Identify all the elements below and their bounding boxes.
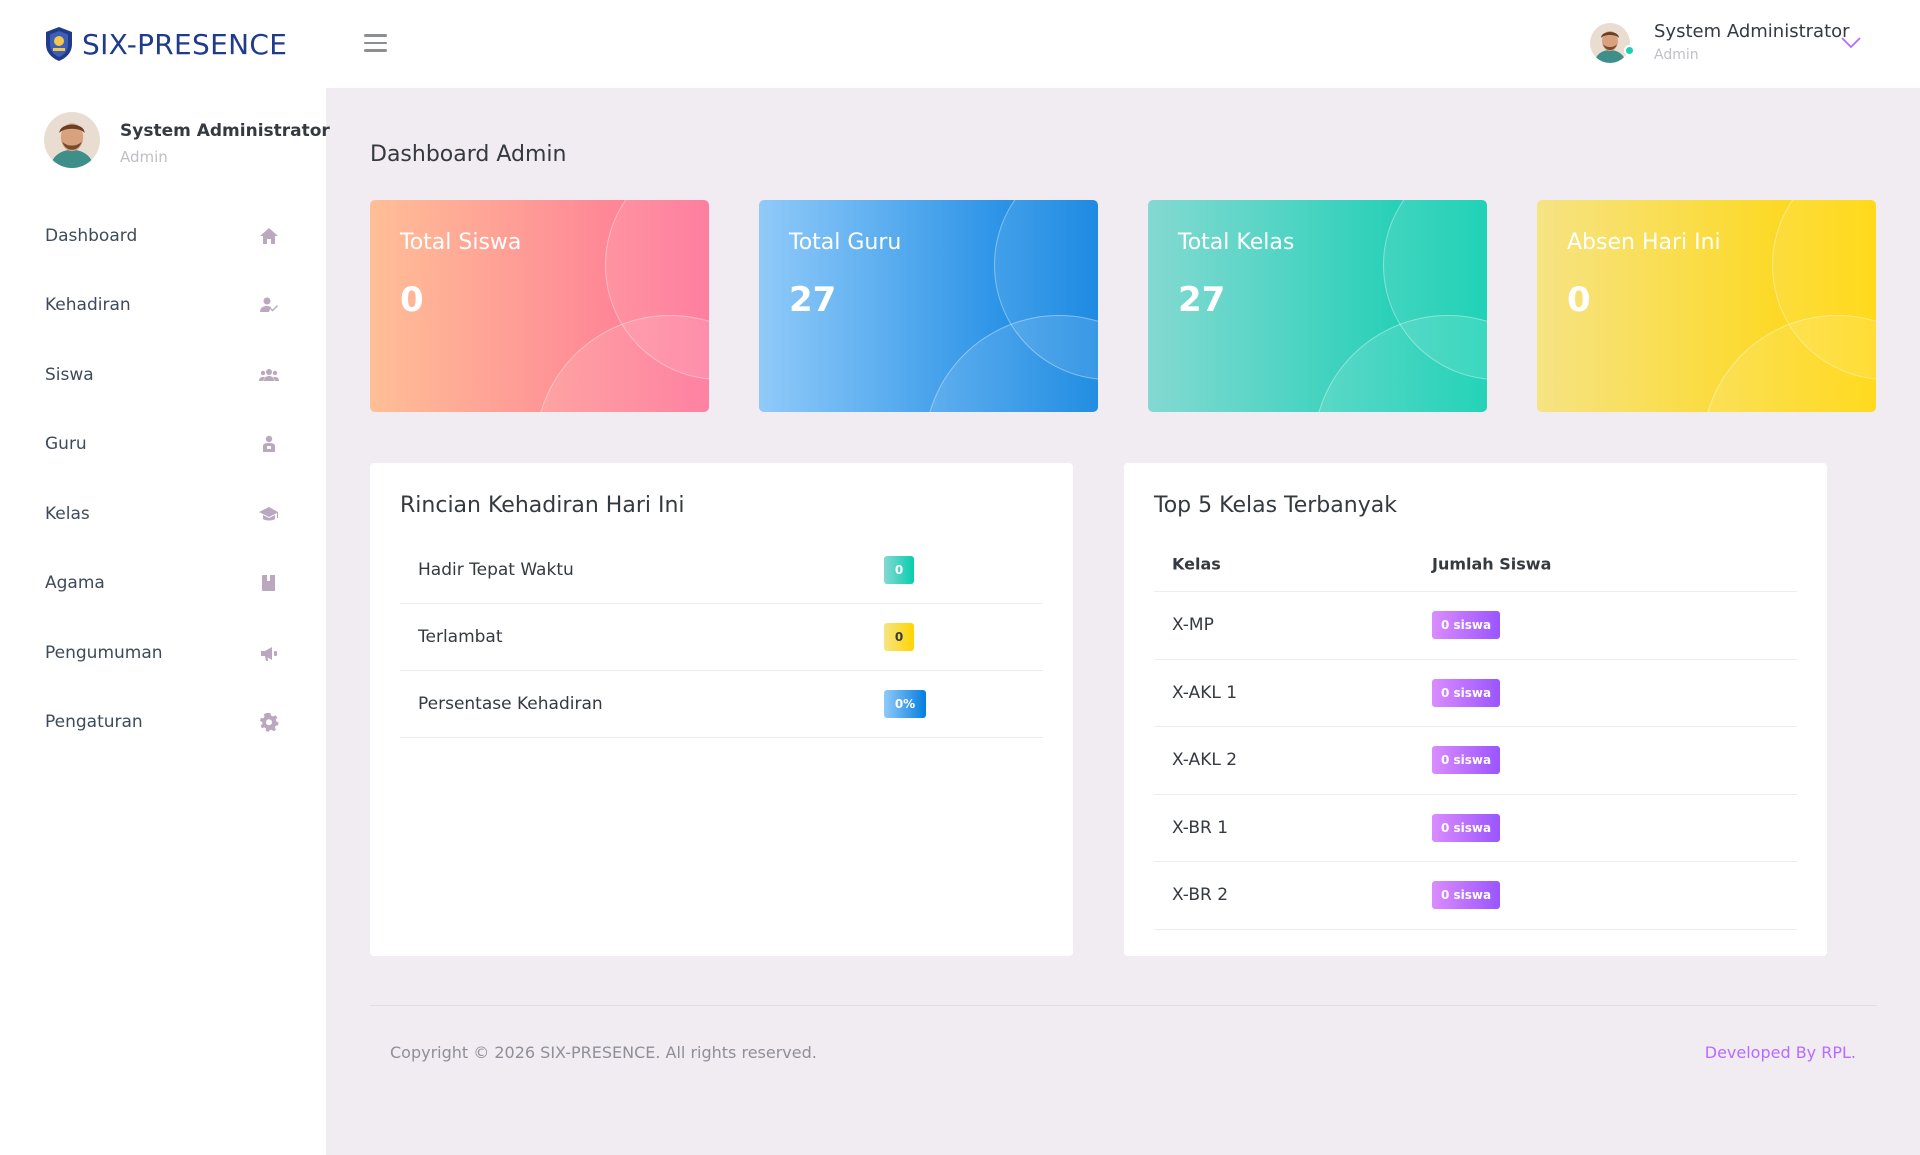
stat-value: 0 [1567,280,1591,320]
percentage-badge: 0% [884,690,926,718]
sidebar-item-kelas[interactable]: Kelas [0,479,326,549]
graduation-cap-icon [258,503,280,525]
user-check-icon [258,294,280,316]
school-crest-icon [46,27,72,61]
sidebar: System Administrator Admin Dashboard Keh… [0,88,330,1155]
stat-card-total-siswa: Total Siswa 0 [370,200,709,412]
sidebar-item-kehadiran[interactable]: Kehadiran [0,271,326,341]
teacher-icon [258,433,280,455]
stat-value: 0 [400,280,424,320]
hamburger-icon [364,34,387,37]
student-count-badge: 0 siswa [1432,746,1500,775]
table-row: X-AKL 1 0 siswa [1154,660,1797,727]
column-header-jumlah-siswa: Jumlah Siswa [1432,554,1552,574]
attendance-label: Hadir Tepat Waktu [418,560,574,580]
attendance-panel: Rincian Kehadiran Hari Ini Hadir Tepat W… [370,463,1073,956]
table-row: X-MP 0 siswa [1154,592,1797,660]
gear-icon [258,711,280,733]
attendance-label: Persentase Kehadiran [418,694,603,714]
list-item: Persentase Kehadiran 0% [400,671,1043,738]
brand-name: SIX-PRESENCE [82,27,288,61]
footer-developer-link[interactable]: Developed By RPL. [1705,1043,1856,1062]
list-item: Terlambat 0 [400,604,1043,671]
sidebar-item-label: Kehadiran [45,295,131,316]
table-row: X-AKL 2 0 siswa [1154,727,1797,795]
sidebar-item-label: Dashboard [45,225,138,246]
top-classes-panel: Top 5 Kelas Terbanyak Kelas Jumlah Siswa… [1124,463,1827,956]
student-count-badge: 0 siswa [1432,881,1500,910]
avatar [44,112,100,168]
online-status-indicator [1624,45,1635,56]
table-row: X-BR 1 0 siswa [1154,795,1797,862]
attendance-label: Terlambat [418,627,503,647]
stat-card-total-guru: Total Guru 27 [759,200,1098,412]
class-name: X-MP [1172,615,1214,636]
home-icon [258,225,280,247]
user-name: System Administrator [1654,21,1850,42]
sidebar-item-pengumuman[interactable]: Pengumuman [0,618,326,688]
book-icon [258,572,280,594]
footer-copyright: Copyright © 2026 SIX-PRESENCE. All right… [390,1043,817,1062]
count-badge: 0 [884,623,914,651]
sidebar-item-label: Agama [45,573,105,594]
table-row: X-BR 2 0 siswa [1154,862,1797,930]
stat-card-total-kelas: Total Kelas 27 [1148,200,1487,412]
stat-label: Total Kelas [1178,230,1295,255]
student-count-badge: 0 siswa [1432,813,1500,842]
avatar [1590,23,1630,63]
table-header: Kelas Jumlah Siswa [1154,537,1797,592]
sidebar-item-dashboard[interactable]: Dashboard [0,201,326,271]
page-title: Dashboard Admin [370,142,567,167]
sidebar-item-label: Pengaturan [45,712,143,733]
attendance-list: Hadir Tepat Waktu 0 Terlambat 0 Persenta… [400,537,1043,738]
column-header-kelas: Kelas [1172,554,1221,574]
sidebar-toggle-button[interactable] [364,34,388,52]
megaphone-icon [258,642,280,664]
count-badge: 0 [884,556,914,584]
sidebar-item-label: Siswa [45,364,94,385]
class-name: X-AKL 1 [1172,682,1238,703]
brand[interactable]: SIX-PRESENCE [44,26,287,62]
panel-title: Top 5 Kelas Terbanyak [1154,493,1397,518]
sidebar-menu: Dashboard Kehadiran Siswa Guru Kelas Aga… [0,201,326,757]
student-count-badge: 0 siswa [1432,611,1500,640]
users-icon [258,364,280,386]
top-classes-table: Kelas Jumlah Siswa X-MP 0 siswa X-AKL 1 … [1154,537,1797,930]
stat-label: Total Guru [789,230,902,255]
stat-label: Total Siswa [400,230,522,255]
sidebar-item-guru[interactable]: Guru [0,410,326,480]
top-navbar: SIX-PRESENCE System Administrator Admin [0,0,1920,88]
stat-value: 27 [1178,280,1226,320]
list-item: Hadir Tepat Waktu 0 [400,537,1043,604]
stat-value: 27 [789,280,837,320]
chevron-down-icon[interactable] [1840,36,1862,50]
panel-title: Rincian Kehadiran Hari Ini [400,493,685,518]
sidebar-item-label: Pengumuman [45,642,163,663]
sidebar-item-label: Kelas [45,503,90,524]
sidebar-profile[interactable]: System Administrator Admin [44,112,330,172]
class-name: X-BR 2 [1172,885,1229,906]
sidebar-profile-name: System Administrator [120,121,330,141]
user-role: Admin [1654,47,1699,63]
class-name: X-BR 1 [1172,817,1229,838]
sidebar-profile-role: Admin [120,148,168,166]
sidebar-item-siswa[interactable]: Siswa [0,340,326,410]
class-name: X-AKL 2 [1172,750,1238,771]
sidebar-item-agama[interactable]: Agama [0,549,326,619]
sidebar-item-pengaturan[interactable]: Pengaturan [0,688,326,758]
student-count-badge: 0 siswa [1432,678,1500,707]
stat-label: Absen Hari Ini [1567,230,1721,255]
user-menu[interactable]: System Administrator Admin [1590,18,1890,70]
sidebar-item-label: Guru [45,434,87,455]
footer-divider [370,1005,1877,1006]
stat-card-absen-hari-ini: Absen Hari Ini 0 [1537,200,1876,412]
